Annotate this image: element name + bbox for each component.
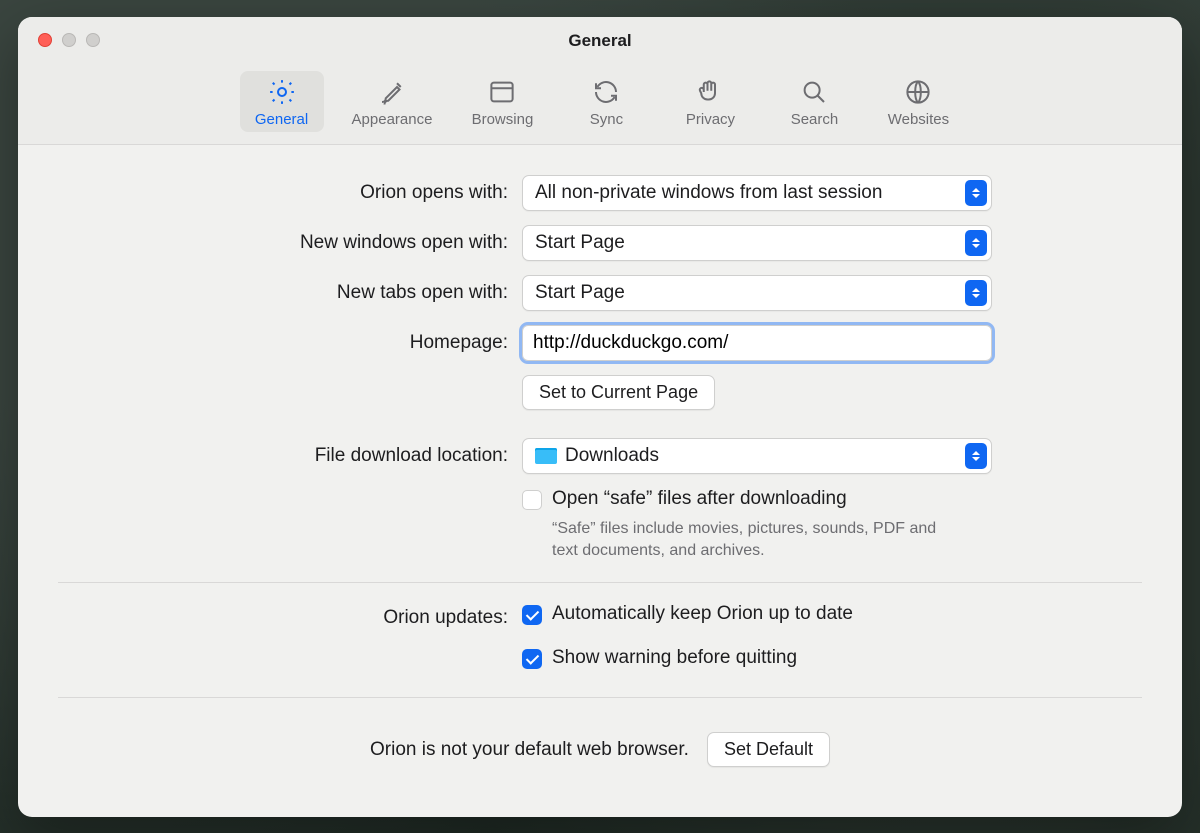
checkbox-label: Open “safe” files after downloading [552, 488, 847, 510]
download-location-label: File download location: [58, 445, 508, 467]
separator [58, 697, 1142, 698]
tab-sync[interactable]: Sync [564, 71, 648, 132]
chevron-updown-icon [965, 230, 987, 256]
chevron-updown-icon [965, 280, 987, 306]
tab-browsing[interactable]: Browsing [460, 71, 544, 132]
gear-icon [267, 77, 297, 107]
default-browser-status: Orion is not your default web browser. [370, 739, 689, 761]
tab-privacy[interactable]: Privacy [668, 71, 752, 132]
warn-quit-checkbox[interactable]: Show warning before quitting [522, 647, 992, 669]
new-windows-label: New windows open with: [58, 232, 508, 254]
default-browser-row: Orion is not your default web browser. S… [58, 718, 1142, 797]
new-tabs-select[interactable]: Start Page [522, 275, 992, 311]
checkbox-label: Show warning before quitting [552, 647, 797, 669]
checkbox-box [522, 649, 542, 669]
open-safe-files-checkbox[interactable]: Open “safe” files after downloading [522, 488, 992, 510]
preferences-window: General General Appearance Browsing Sync… [18, 17, 1182, 817]
checkbox-label: Automatically keep Orion up to date [552, 603, 853, 625]
opens-with-label: Orion opens with: [58, 182, 508, 204]
tab-label: Browsing [472, 111, 534, 128]
folder-icon [535, 448, 557, 464]
window-title: General [18, 31, 1182, 51]
select-value: Start Page [535, 282, 625, 304]
traffic-lights [38, 33, 100, 47]
minimize-window-icon[interactable] [62, 33, 76, 47]
close-window-icon[interactable] [38, 33, 52, 47]
set-current-page-button[interactable]: Set to Current Page [522, 375, 715, 410]
preferences-body: Orion opens with: All non-private window… [18, 145, 1182, 817]
titlebar: General [18, 17, 1182, 65]
sync-icon [591, 77, 621, 107]
select-value: Downloads [565, 445, 659, 467]
homepage-input[interactable] [522, 325, 992, 361]
select-value: Start Page [535, 232, 625, 254]
paintbrush-icon [377, 77, 407, 107]
tab-label: Appearance [352, 111, 433, 128]
tab-search[interactable]: Search [772, 71, 856, 132]
preferences-toolbar: General Appearance Browsing Sync Privacy… [18, 65, 1182, 145]
tab-appearance[interactable]: Appearance [344, 71, 441, 132]
checkbox-box [522, 605, 542, 625]
new-tabs-label: New tabs open with: [58, 282, 508, 304]
homepage-label: Homepage: [58, 332, 508, 354]
globe-icon [903, 77, 933, 107]
checkbox-box [522, 490, 542, 510]
tab-general[interactable]: General [240, 71, 324, 132]
new-windows-select[interactable]: Start Page [522, 225, 992, 261]
separator [58, 582, 1142, 583]
chevron-updown-icon [965, 180, 987, 206]
set-default-button[interactable]: Set Default [707, 732, 830, 767]
open-safe-helper-text: “Safe” files include movies, pictures, s… [552, 518, 962, 563]
opens-with-select[interactable]: All non-private windows from last sessio… [522, 175, 992, 211]
download-location-select[interactable]: Downloads [522, 438, 992, 474]
tab-label: Search [791, 111, 839, 128]
zoom-window-icon[interactable] [86, 33, 100, 47]
select-value: All non-private windows from last sessio… [535, 182, 882, 204]
auto-update-checkbox[interactable]: Automatically keep Orion up to date [522, 603, 992, 625]
hand-icon [695, 77, 725, 107]
tab-websites[interactable]: Websites [876, 71, 960, 132]
search-icon [799, 77, 829, 107]
window-icon [487, 77, 517, 107]
updates-label: Orion updates: [58, 607, 508, 629]
tab-label: General [255, 111, 308, 128]
tab-label: Sync [590, 111, 623, 128]
chevron-updown-icon [965, 443, 987, 469]
tab-label: Websites [888, 111, 949, 128]
tab-label: Privacy [686, 111, 735, 128]
